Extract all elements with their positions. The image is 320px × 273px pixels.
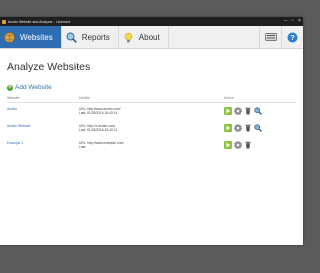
last-analyzed: Last: 01/28/2016 18:43:14 (79, 111, 118, 116)
last-analyzed: Last: 01/28/2016 18:43:11 (79, 127, 118, 132)
play-icon[interactable] (224, 107, 232, 115)
website-details: URL: http://www.example.com/ Last: (79, 137, 224, 154)
tab-reports-label: Reports (81, 32, 110, 42)
trash-icon[interactable] (244, 124, 252, 132)
gear-icon[interactable] (234, 107, 242, 115)
play-icon[interactable] (224, 123, 232, 132)
maximize-button[interactable]: ▫ (289, 17, 296, 26)
tab-about-label: About (138, 32, 160, 42)
trash-icon[interactable] (244, 141, 252, 149)
tab-websites-label: Websites (20, 32, 53, 42)
add-website-label: Add Website (15, 84, 52, 91)
main-content: Analyze Websites + Add Website Website D… (0, 61, 303, 154)
table-row: Acralo Website URL: http://x.acralo.com/… (7, 120, 296, 137)
header-details: Details (79, 95, 224, 103)
plus-icon: + (7, 84, 13, 91)
search-icon[interactable] (254, 123, 262, 132)
table-row: Acralo URL: http://www.acralo.com/ Last:… (7, 103, 296, 120)
play-icon[interactable] (224, 140, 232, 149)
gear-icon[interactable] (234, 123, 242, 132)
website-details: URL: http://x.acralo.com/ Last: 01/28/20… (79, 120, 224, 137)
header-website: Website (7, 95, 79, 103)
websites-table: Website Details Action Acralo URL: http:… (7, 95, 296, 154)
website-name-link[interactable]: Acralo Website (7, 120, 79, 137)
tab-websites[interactable]: Websites (0, 26, 62, 48)
trash-icon[interactable] (244, 107, 252, 115)
action-cell (224, 137, 296, 154)
website-name-link[interactable]: Example 1 (7, 137, 79, 154)
app-icon (2, 19, 6, 24)
website-details: URL: http://www.acralo.com/ Last: 01/28/… (79, 103, 224, 120)
close-button[interactable]: × (296, 17, 303, 26)
website-name-link[interactable]: Acralo (7, 103, 79, 120)
app-window: Acralo Website and Analyzer - Licensed –… (0, 17, 303, 245)
svg-text:?: ? (290, 33, 295, 42)
add-website-button[interactable]: + Add Website (7, 84, 296, 91)
lightbulb-icon (123, 32, 134, 43)
header-action: Action (224, 95, 296, 103)
keyboard-icon[interactable] (259, 26, 281, 48)
help-icon[interactable]: ? (281, 26, 303, 48)
globe-icon (4, 31, 15, 43)
action-cell (224, 120, 296, 137)
main-toolbar: Websites Reports About ? (0, 26, 303, 49)
magnifier-icon (66, 32, 77, 43)
table-header-row: Website Details Action (7, 95, 296, 103)
page-title: Analyze Websites (7, 61, 91, 73)
gear-icon[interactable] (234, 140, 242, 149)
tab-reports[interactable]: Reports (62, 26, 119, 48)
minimize-button[interactable]: – (282, 17, 289, 26)
window-title: Acralo Website and Analyzer - Licensed (8, 19, 70, 24)
action-cell (224, 103, 296, 120)
title-bar: Acralo Website and Analyzer - Licensed –… (0, 17, 303, 26)
tab-about[interactable]: About (119, 26, 169, 48)
search-icon[interactable] (254, 107, 262, 115)
table-row: Example 1 URL: http://www.example.com/ L… (7, 137, 296, 154)
last-analyzed: Last: (79, 144, 87, 149)
